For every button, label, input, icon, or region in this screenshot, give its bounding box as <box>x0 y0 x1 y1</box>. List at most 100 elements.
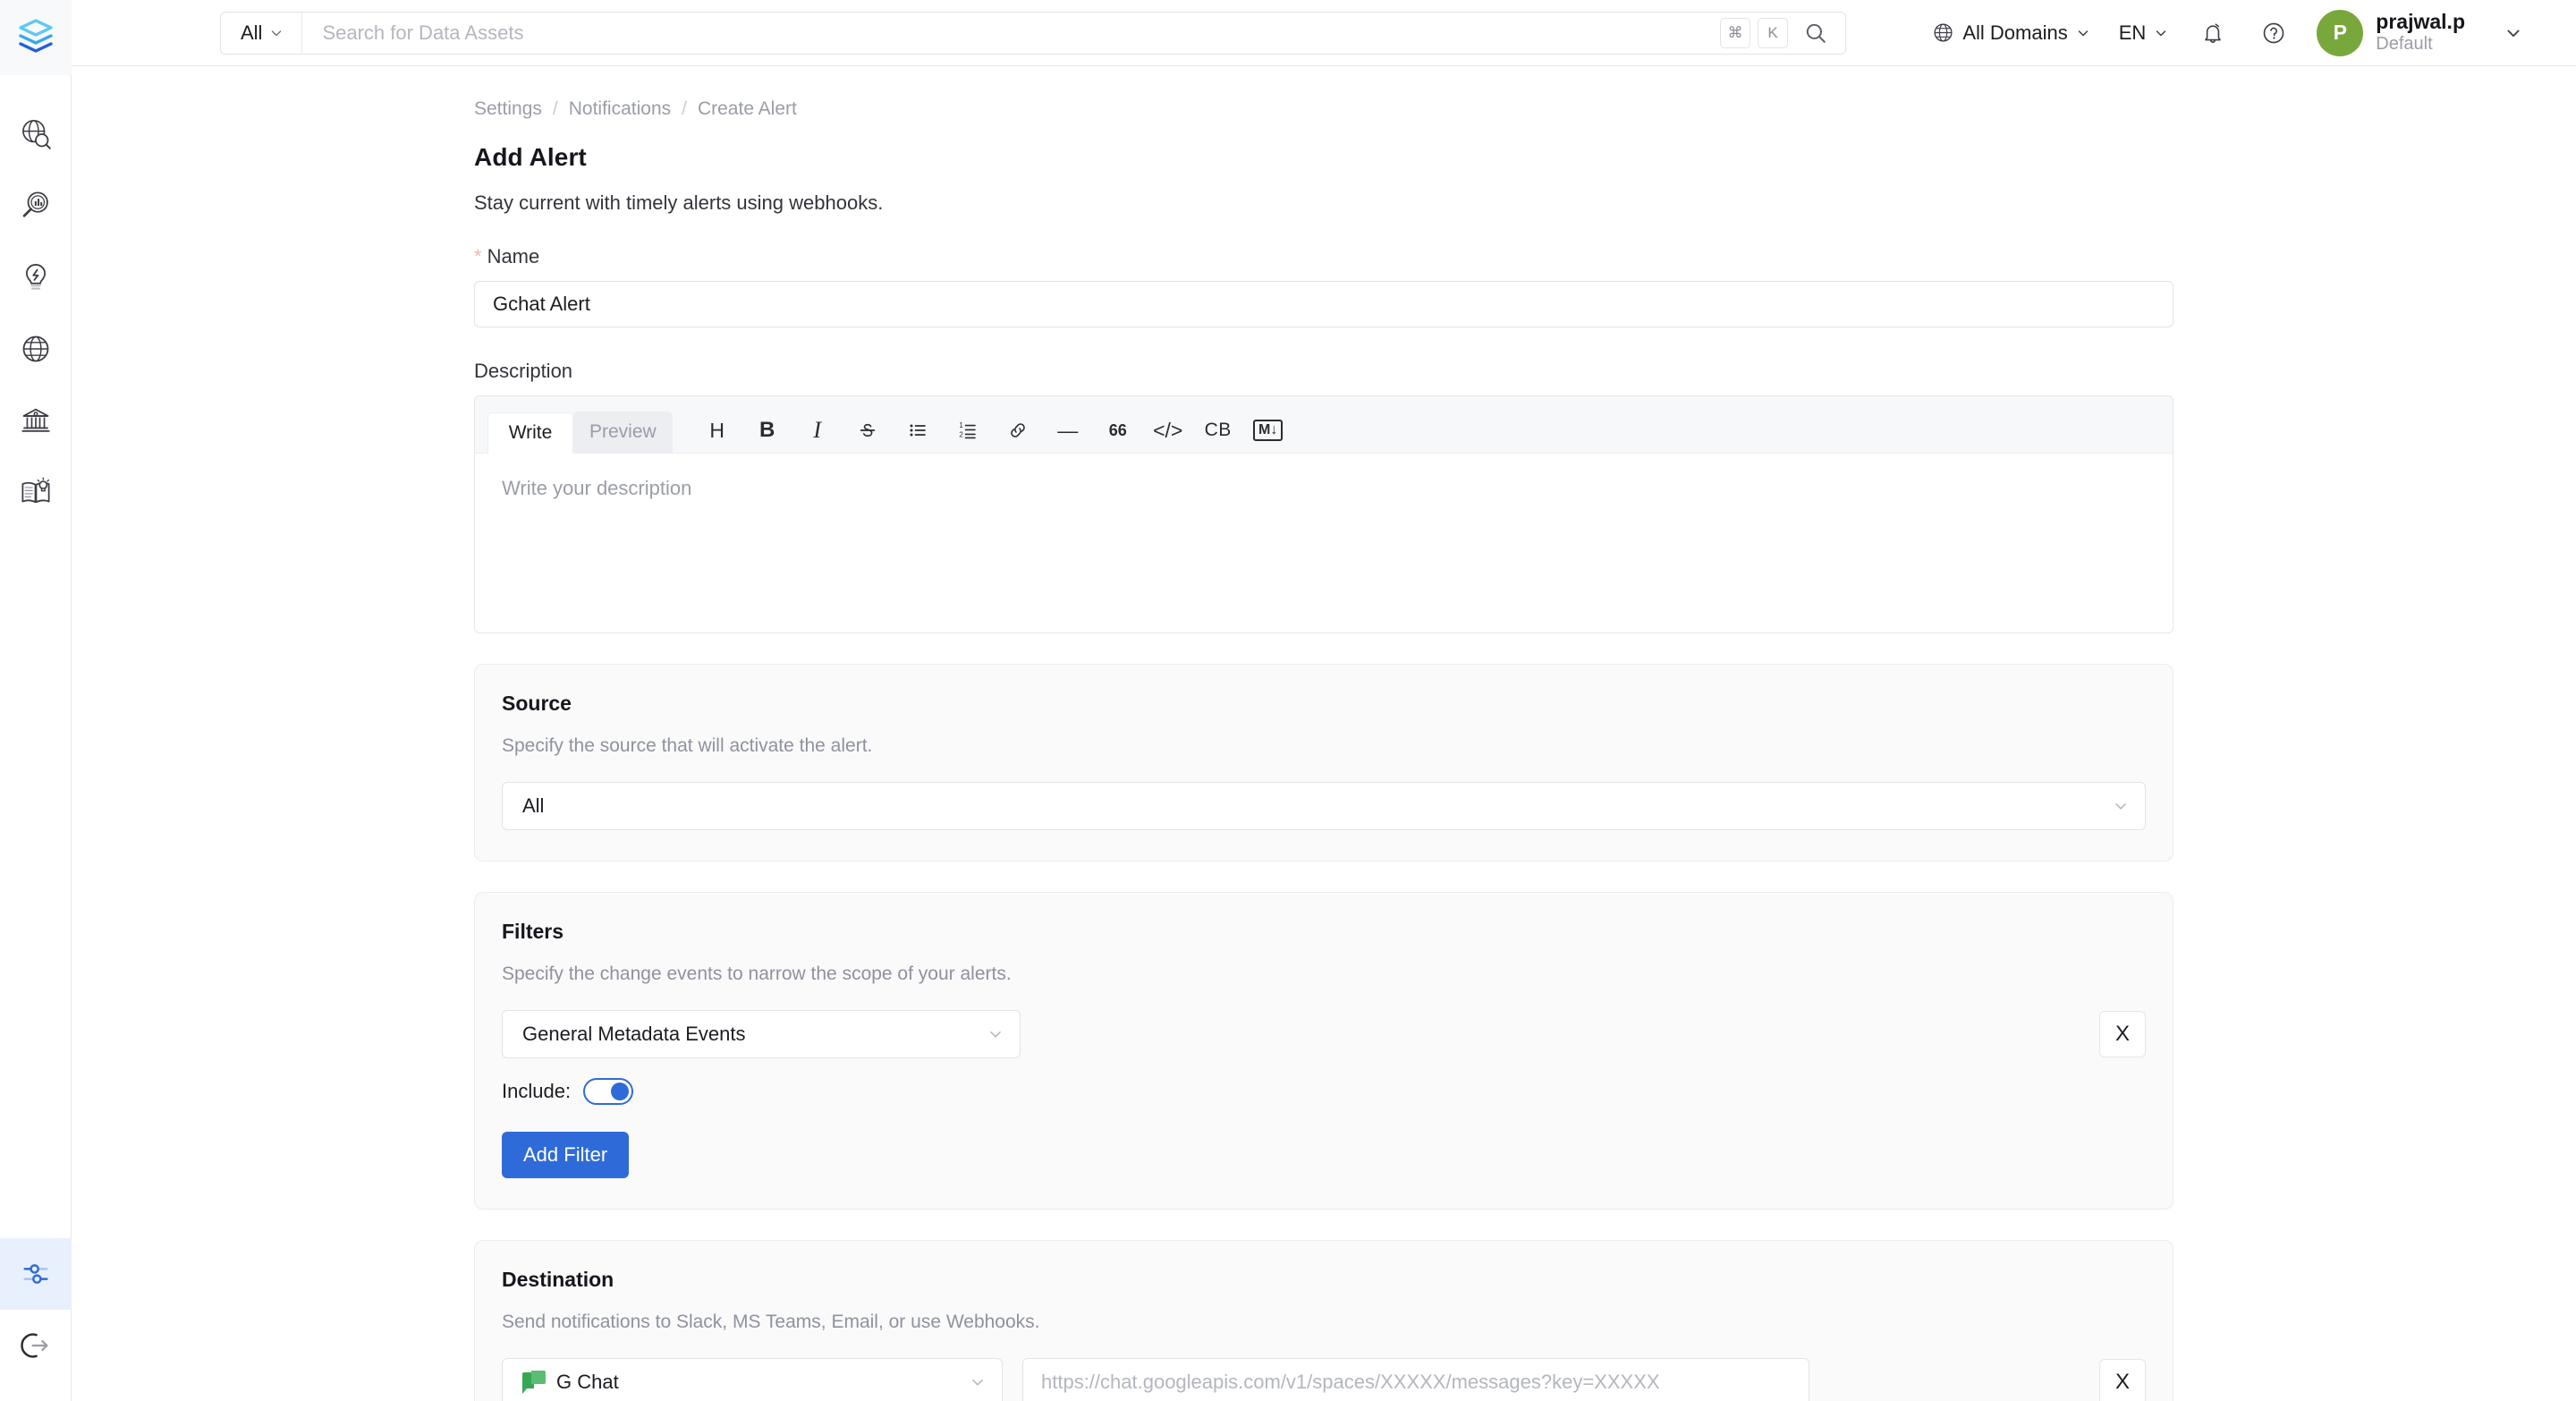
kbd-cmd: ⌘ <box>1720 17 1750 48</box>
include-toggle[interactable] <box>583 1078 634 1105</box>
open-book-icon <box>21 477 50 504</box>
top-bar-right: All Domains EN P prajwal.p Default <box>1918 8 2542 58</box>
webhook-url-input[interactable] <box>1022 1358 1809 1401</box>
bold-icon[interactable]: B <box>742 410 792 451</box>
breadcrumb-item-settings[interactable]: Settings <box>474 98 542 120</box>
sidebar-item-settings[interactable] <box>0 1238 72 1310</box>
sidebar-item-explore[interactable] <box>0 98 72 170</box>
alert-name-input[interactable] <box>474 281 2174 327</box>
page-subtitle: Stay current with timely alerts using we… <box>474 191 884 214</box>
remove-filter-button[interactable]: X <box>2099 1011 2146 1057</box>
breadcrumb-item-notifications[interactable]: Notifications <box>569 98 671 120</box>
description-textarea[interactable]: Write your description <box>475 454 2173 633</box>
language-selector[interactable]: EN <box>2105 8 2183 58</box>
breadcrumb-item-create-alert[interactable]: Create Alert <box>698 98 797 120</box>
search-submit-button[interactable] <box>1795 21 1845 45</box>
filters-title: Filters <box>502 920 564 943</box>
destination-type-value: G Chat <box>556 1371 619 1393</box>
page-title: Add Alert <box>474 143 587 171</box>
destination-description: Send notifications to Slack, MS Teams, E… <box>502 1312 1040 1332</box>
destination-card: Destination Send notifications to Slack,… <box>474 1240 2174 1401</box>
language-label: EN <box>2118 21 2147 44</box>
filters-card: Filters Specify the change events to nar… <box>474 892 2174 1210</box>
tab-write[interactable]: Write <box>487 412 573 454</box>
destination-row: G Chat X <box>502 1358 2146 1401</box>
user-text: prajwal.p Default <box>2376 10 2465 55</box>
italic-icon[interactable]: I <box>792 410 843 451</box>
main-column: All ⌘ K <box>72 0 2576 1401</box>
source-description: Specify the source that will activate th… <box>502 735 873 756</box>
sidebar-item-insights[interactable] <box>0 242 72 313</box>
kbd-k: K <box>1758 17 1788 48</box>
heading-icon[interactable]: H <box>692 410 742 451</box>
destination-title: Destination <box>502 1268 614 1291</box>
link-icon[interactable] <box>993 410 1043 451</box>
sidebar-bottom <box>0 1238 72 1401</box>
domains-selector[interactable]: All Domains <box>1918 8 2104 58</box>
sidebar-item-domains[interactable] <box>0 313 72 385</box>
search-scope-dropdown[interactable]: All <box>221 12 303 54</box>
user-menu-caret[interactable] <box>2465 24 2542 42</box>
help-button[interactable] <box>2243 21 2304 46</box>
breadcrumb-separator: / <box>682 98 687 119</box>
sidebar-items <box>0 98 72 528</box>
sidebar-item-observability[interactable] <box>0 170 72 242</box>
remove-destination-button[interactable]: X <box>2099 1359 2146 1401</box>
svg-text:2: 2 <box>959 431 963 439</box>
chevron-down-icon <box>987 1026 1004 1042</box>
logout-icon <box>20 1333 47 1358</box>
search-input[interactable] <box>302 12 1720 54</box>
chevron-down-icon <box>2113 798 2129 814</box>
globe-search-icon <box>21 119 51 149</box>
include-label: Include: <box>502 1080 572 1102</box>
code-block-icon[interactable]: CB <box>1193 410 1243 451</box>
inline-code-icon[interactable]: </> <box>1143 410 1193 451</box>
sidebar-item-govern[interactable] <box>0 385 72 456</box>
lightbulb-icon <box>25 264 46 290</box>
editor-toolbar: Write Preview H B I 1 2 — 66 </> CB M↓ <box>475 396 2173 454</box>
breadcrumb: Settings / Notifications / Create Alert <box>474 98 2245 120</box>
sidebar-item-logout[interactable] <box>0 1310 72 1381</box>
gchat-icon <box>522 1371 546 1394</box>
domains-label: All Domains <box>1962 21 2068 44</box>
chevron-down-icon <box>272 30 282 36</box>
filter-type-select[interactable]: General Metadata Events <box>502 1010 1021 1058</box>
horizontal-rule-icon[interactable]: — <box>1043 410 1093 451</box>
avatar: P <box>2317 9 2364 56</box>
markdown-icon[interactable]: M↓ <box>1243 410 1293 451</box>
app-root: All ⌘ K <box>0 0 2576 1401</box>
search-scope-label: All <box>241 21 263 44</box>
source-select[interactable]: All <box>502 782 2146 830</box>
globe-icon <box>22 335 48 362</box>
source-card: Source Specify the source that will acti… <box>474 664 2174 862</box>
notifications-button[interactable] <box>2182 21 2243 46</box>
description-label: Description <box>474 360 573 382</box>
left-sidebar <box>0 0 72 1401</box>
chevron-down-icon <box>2078 30 2088 36</box>
top-bar: All ⌘ K <box>72 0 2576 66</box>
user-persona: Default <box>2376 34 2433 55</box>
bank-icon <box>21 408 50 432</box>
page-body: Settings / Notifications / Create Alert … <box>72 66 2576 1401</box>
markdown-glyph: M↓ <box>1253 420 1284 441</box>
user-menu[interactable]: P prajwal.p Default <box>2304 9 2465 56</box>
blockquote-icon[interactable]: 66 <box>1093 410 1143 451</box>
openmetadata-logo-icon <box>18 19 53 53</box>
chevron-down-icon <box>2507 30 2520 37</box>
user-name: prajwal.p <box>2376 10 2465 34</box>
tab-preview[interactable]: Preview <box>573 412 673 453</box>
strikethrough-icon[interactable] <box>843 410 893 451</box>
bell-icon <box>2205 22 2222 43</box>
bullet-list-icon[interactable] <box>893 410 943 451</box>
numbered-list-icon[interactable]: 1 2 <box>943 410 993 451</box>
add-alert-form: Settings / Notifications / Create Alert … <box>474 66 2245 1401</box>
sliders-icon <box>22 1264 48 1284</box>
sidebar-item-knowledge[interactable] <box>0 456 72 528</box>
add-filter-button[interactable]: Add Filter <box>502 1132 630 1178</box>
destination-type-select[interactable]: G Chat <box>502 1358 1003 1401</box>
app-logo[interactable] <box>0 0 72 75</box>
source-select-value: All <box>522 794 545 817</box>
filters-description: Specify the change events to narrow the … <box>502 964 1012 984</box>
global-search: All ⌘ K <box>220 11 1846 55</box>
toggle-knob <box>611 1083 630 1100</box>
